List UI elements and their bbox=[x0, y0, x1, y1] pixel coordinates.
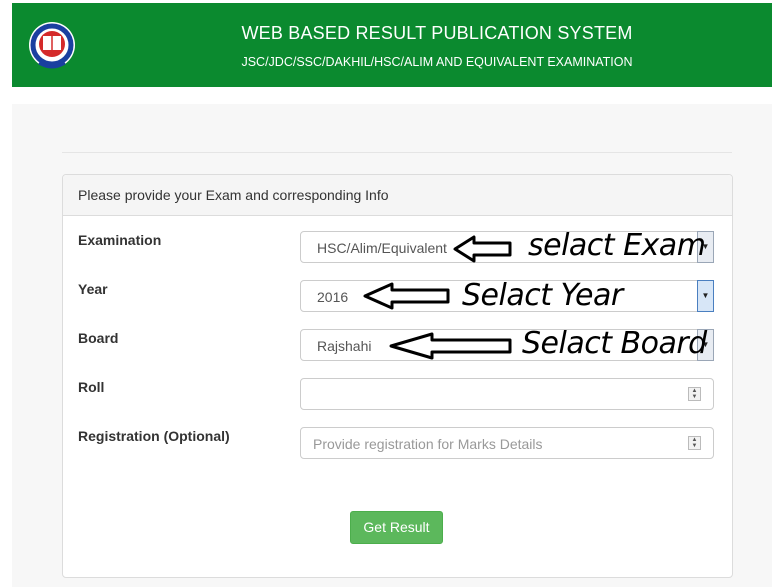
up-down-spinner-icon[interactable]: ▲ ▼ bbox=[688, 436, 701, 450]
annotation-year: Selact Year bbox=[462, 278, 623, 313]
annotation-exam: selact Exam bbox=[528, 228, 706, 263]
roll-label: Roll bbox=[78, 379, 105, 395]
header-bar: WEB BASED RESULT PUBLICATION SYSTEM JSC/… bbox=[12, 3, 772, 87]
examination-value: HSC/Alim/Equivalent bbox=[317, 240, 447, 256]
registration-input[interactable]: Provide registration for Marks Details ▲… bbox=[300, 427, 714, 459]
page-subtitle: JSC/JDC/SSC/DAKHIL/HSC/ALIM AND EQUIVALE… bbox=[241, 55, 633, 69]
board-value: Rajshahi bbox=[317, 338, 372, 354]
registration-label: Registration (Optional) bbox=[78, 428, 230, 444]
year-value: 2016 bbox=[317, 289, 349, 305]
divider bbox=[62, 152, 732, 153]
page-title: WEB BASED RESULT PUBLICATION SYSTEM bbox=[241, 23, 633, 43]
left-arrow-icon bbox=[389, 332, 512, 360]
year-label: Year bbox=[78, 281, 108, 297]
chevron-down-icon[interactable]: ▼ bbox=[697, 280, 714, 312]
left-arrow-icon bbox=[363, 282, 450, 310]
annotation-board: Selact Board bbox=[522, 326, 707, 361]
board-label: Board bbox=[78, 330, 119, 346]
up-down-spinner-icon[interactable]: ▲ ▼ bbox=[688, 387, 701, 401]
roll-input[interactable]: ▲ ▼ bbox=[300, 378, 714, 410]
left-arrow-icon bbox=[453, 235, 512, 263]
get-result-button[interactable]: Get Result bbox=[350, 511, 443, 544]
registration-placeholder: Provide registration for Marks Details bbox=[313, 436, 543, 452]
panel-heading: Please provide your Exam and correspondi… bbox=[63, 175, 732, 216]
examination-label: Examination bbox=[78, 232, 162, 248]
